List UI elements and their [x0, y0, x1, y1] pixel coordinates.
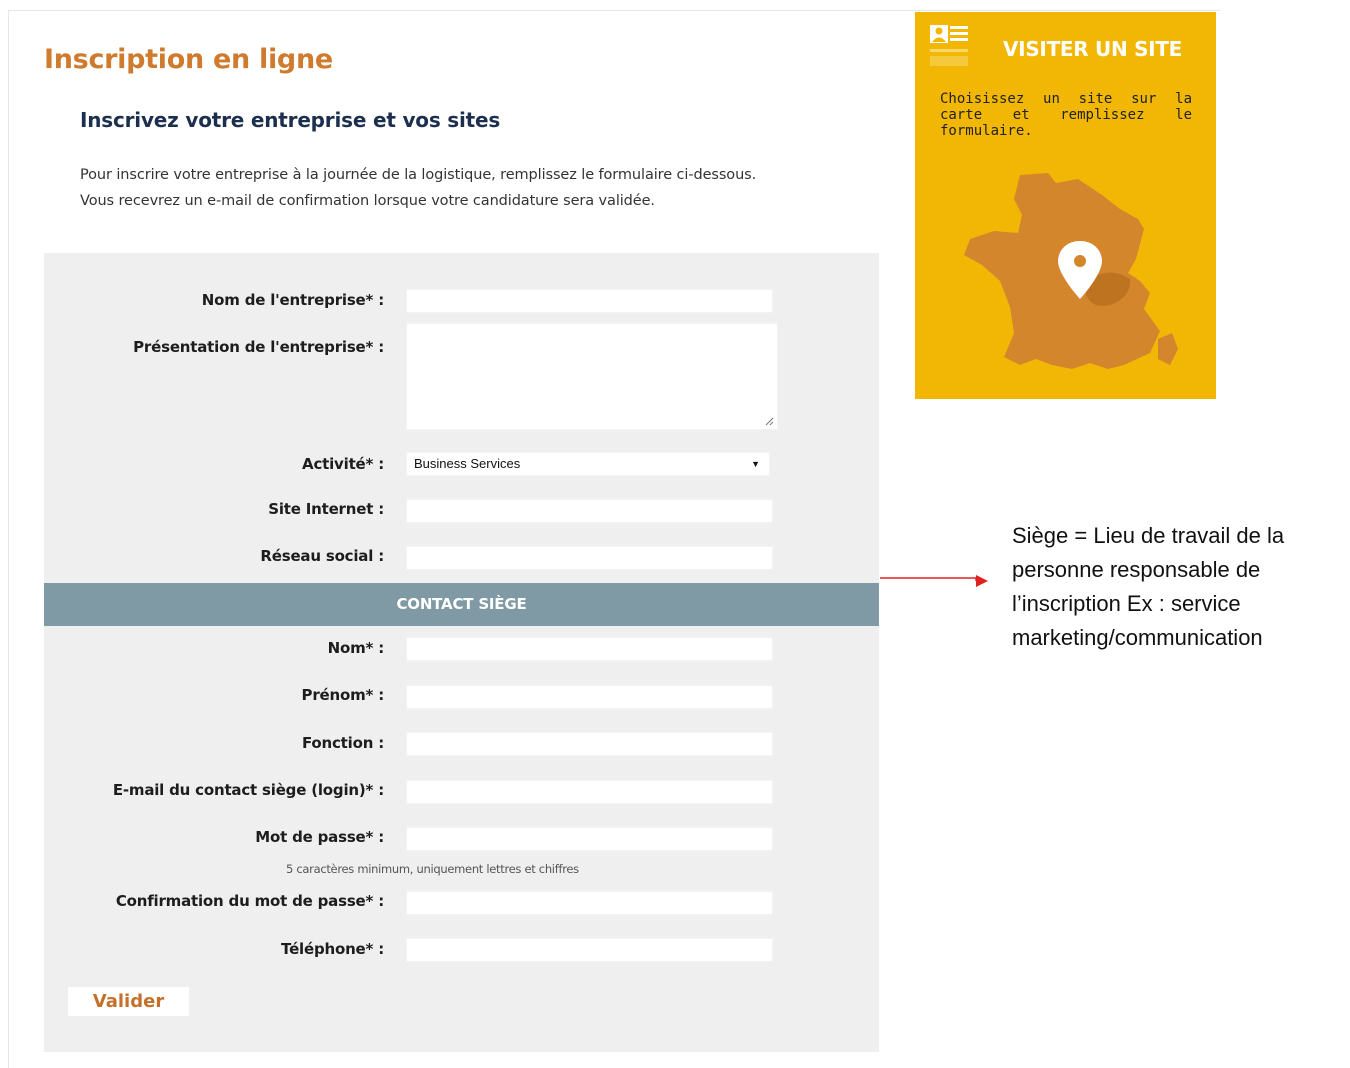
email-label: E-mail du contact siège (login)* : [112, 781, 384, 799]
password-input[interactable] [406, 827, 773, 851]
phone-input[interactable] [406, 938, 773, 962]
dropdown-arrow-icon: ▼ [751, 459, 760, 469]
promo-text: Choisissez un site sur la carte et rempl… [940, 91, 1192, 139]
last-name-label: Nom* : [327, 639, 385, 657]
email-input[interactable] [406, 780, 773, 804]
contact-section-header: CONTACT SIÈGE [44, 583, 879, 626]
promo-title: VISITER UN SITE [1003, 37, 1183, 61]
annotation-arrow-icon [880, 575, 988, 587]
company-name-label: Nom de l'entreprise* : [201, 291, 384, 309]
phone-label: Téléphone* : [281, 940, 384, 958]
intro-line-2: Vous recevrez un e-mail de confirmation … [80, 193, 655, 209]
france-map-icon[interactable] [960, 169, 1190, 377]
resize-grip-icon[interactable] [765, 417, 774, 426]
intro-text: Pour inscrire votre entreprise à la jour… [80, 162, 900, 214]
password-hint: 5 caractères minimum, uniquement lettres… [286, 862, 579, 876]
website-input[interactable] [406, 499, 773, 523]
password-confirm-label: Confirmation du mot de passe* : [115, 892, 384, 910]
activity-label: Activité* : [302, 455, 384, 473]
submit-button[interactable]: Valider [68, 987, 189, 1016]
website-label: Site Internet : [268, 500, 384, 518]
last-name-input[interactable] [406, 637, 773, 661]
intro-line-1: Pour inscrire votre entreprise à la jour… [80, 167, 757, 183]
social-network-input[interactable] [406, 546, 773, 570]
function-input[interactable] [406, 732, 773, 756]
annotation-note: Siège = Lieu de travail de la personne r… [1012, 523, 1285, 650]
page-left-border [8, 10, 9, 1068]
activity-selected-value: Business Services [414, 456, 521, 471]
password-label: Mot de passe* : [255, 828, 384, 846]
social-network-label: Réseau social : [260, 547, 384, 565]
page-top-border [8, 10, 1220, 11]
page-subtitle: Inscrivez votre entreprise et vos sites [80, 108, 501, 132]
company-presentation-label: Présentation de l'entreprise* : [133, 338, 384, 356]
first-name-input[interactable] [406, 685, 773, 709]
page-title: Inscription en ligne [44, 44, 333, 75]
company-name-input[interactable] [406, 289, 773, 313]
password-confirm-input[interactable] [406, 891, 773, 915]
function-label: Fonction : [301, 734, 384, 752]
company-presentation-textarea[interactable] [406, 323, 778, 430]
activity-select[interactable]: Business Services ▼ [406, 452, 770, 476]
first-name-label: Prénom* : [301, 686, 385, 704]
visit-site-promo[interactable] [915, 12, 1216, 399]
id-card-icon [930, 25, 968, 66]
